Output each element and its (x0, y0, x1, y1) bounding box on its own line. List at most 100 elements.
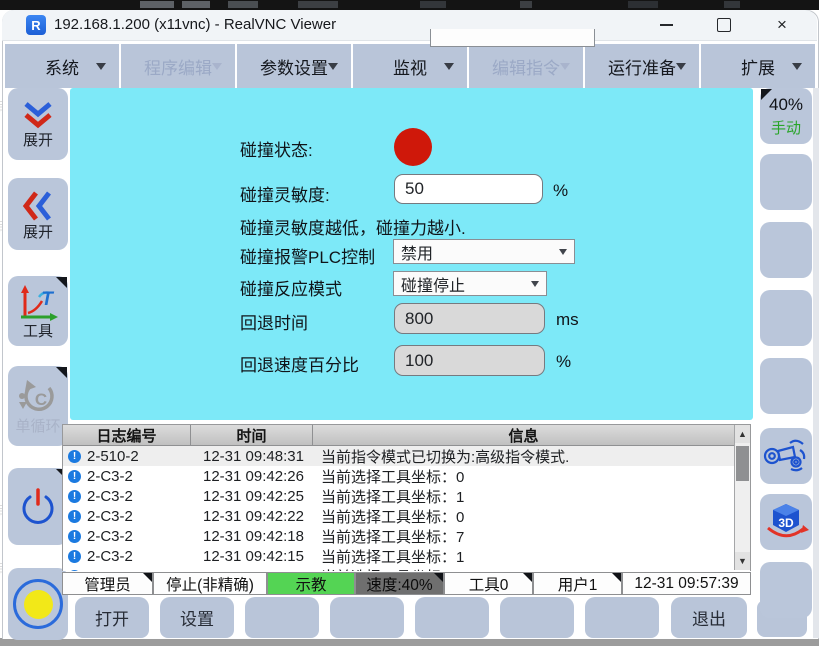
backoff-speed-unit: % (556, 352, 571, 372)
reaction-value: 碰撞停止 (401, 272, 465, 296)
svg-text:T: T (41, 289, 54, 310)
log-message: 当前选择工具坐标：0 (313, 466, 464, 487)
scroll-up-icon[interactable] (735, 425, 750, 443)
menu-edit-instruction: 编辑指令 (469, 44, 583, 88)
menu-run-prepare[interactable]: 运行准备 (585, 44, 699, 88)
menu-parameter-settings[interactable]: 参数设置 (237, 44, 351, 88)
log-id: 2-C3-2 (87, 528, 133, 545)
log-message: 当前指令模式已切换为:高级指令模式. (313, 446, 569, 467)
right-key-8[interactable] (760, 562, 812, 618)
maximize-icon (717, 18, 731, 32)
info-icon (68, 510, 81, 523)
plc-select[interactable]: 禁用 (393, 239, 575, 264)
right-key-4[interactable] (760, 290, 812, 346)
jog-pendant-button[interactable] (760, 428, 812, 484)
log-time: 12-31 09:42:25 (191, 488, 313, 505)
log-id: 2-C3-2 (87, 488, 133, 505)
status-lamp-button[interactable] (8, 568, 68, 640)
menu-extension[interactable]: 扩展 (701, 44, 815, 88)
log-id: 2-C3-2 (87, 468, 133, 485)
log-id: 2-C3-2 (87, 508, 133, 525)
log-table: 日志编号 时间 信息 2-510-2 12-31 09:48:31 当前指令模式… (62, 424, 751, 571)
open-button[interactable]: 打开 (75, 597, 149, 638)
log-row[interactable]: 2-C3-2 12-31 09:42:15 当前选择工具坐标：1 (63, 546, 750, 566)
menu-monitor[interactable]: 监视 (353, 44, 467, 88)
log-time: 12-31 09:42:18 (191, 528, 313, 545)
3d-cube-icon: 3D (763, 501, 809, 543)
right-key-3[interactable] (760, 222, 812, 278)
bottom-key-6[interactable] (500, 597, 574, 638)
status-speed[interactable]: 速度:40% (355, 572, 444, 595)
log-scrollbar[interactable] (734, 425, 750, 570)
log-row[interactable]: 2-510-2 12-31 09:48:31 当前指令模式已切换为:高级指令模式… (63, 446, 750, 466)
single-cycle-button: C 单循环 (8, 366, 68, 446)
menu-label: 参数设置 (260, 54, 328, 79)
log-header-row: 日志编号 时间 信息 (63, 425, 750, 446)
sensitivity-input[interactable]: 50 (394, 174, 543, 204)
log-row[interactable]: 2-C3-2 12-31 09:42:26 当前选择工具坐标：0 (63, 466, 750, 486)
exit-button[interactable]: 退出 (671, 597, 747, 638)
status-user-role[interactable]: 管理员 (62, 572, 153, 595)
log-row[interactable]: 2-C3-2 12-31 09:42:18 当前选择工具坐标：7 (63, 526, 750, 546)
status-mode[interactable]: 示教 (267, 572, 355, 595)
log-row[interactable]: 2-C3-2 12-31 09:42:22 当前选择工具坐标：0 (63, 506, 750, 526)
power-button[interactable] (8, 468, 68, 545)
menu-system[interactable]: 系统 (5, 44, 119, 88)
chevron-down-icon (792, 63, 802, 70)
log-time: 12-31 09:42:15 (191, 548, 313, 565)
tool-coordinate-button[interactable]: T 工具 (8, 276, 68, 346)
status-user-frame[interactable]: 用户1 (533, 572, 622, 595)
view-3d-button[interactable]: 3D (760, 494, 812, 550)
lamp-yellow-icon (24, 590, 53, 619)
log-header-id: 日志编号 (63, 425, 191, 445)
log-rows: 2-510-2 12-31 09:48:31 当前指令模式已切换为:高级指令模式… (63, 446, 750, 571)
backoff-speed-input[interactable]: 100 (394, 345, 545, 376)
log-time: 12-31 09:42:26 (191, 468, 313, 485)
close-button[interactable]: × (762, 12, 802, 38)
backoff-time-unit: ms (556, 310, 579, 330)
log-header-info: 信息 (313, 425, 734, 445)
minimize-button[interactable] (646, 12, 686, 38)
chevron-down-icon (328, 63, 338, 70)
status-run-state[interactable]: 停止(非精确) (153, 572, 267, 595)
power-icon (18, 486, 58, 528)
reaction-select[interactable]: 碰撞停止 (393, 271, 547, 296)
right-window-edge (813, 88, 819, 638)
maximize-button[interactable] (704, 12, 744, 38)
screen: 其 其 其 其 R 192.168.1.200 (x11vnc) - RealV… (0, 0, 819, 646)
plc-value: 禁用 (401, 240, 433, 264)
log-message: 当前选择工具坐标：0 (313, 566, 464, 572)
backoff-time-input[interactable]: 800 (394, 303, 545, 334)
reaction-label: 碰撞反应模式 (240, 275, 342, 300)
bottom-key-4[interactable] (330, 597, 404, 638)
log-message: 当前选择工具坐标：7 (313, 526, 464, 547)
log-message: 当前选择工具坐标：1 (313, 486, 464, 507)
expand-down-button[interactable]: 展开 (8, 88, 68, 160)
log-id: 2-510-2 (87, 448, 139, 465)
bottom-key-3[interactable] (245, 597, 319, 638)
log-row[interactable]: 2-C3-2 12-31 09:42:12 当前选择工具坐标：0 (63, 566, 750, 571)
sensitivity-hint: 碰撞灵敏度越低，碰撞力越小. (240, 214, 466, 239)
status-tool[interactable]: 工具0 (444, 572, 533, 595)
info-icon (68, 550, 81, 563)
bottom-key-7[interactable] (585, 597, 659, 638)
scroll-down-icon[interactable] (735, 552, 750, 570)
menu-label: 运行准备 (608, 54, 676, 79)
scroll-thumb[interactable] (736, 446, 749, 481)
speed-mode-button[interactable]: 40% 手动 (760, 88, 812, 144)
close-icon: × (777, 15, 787, 35)
expand-left-button[interactable]: 展开 (8, 178, 68, 250)
log-row[interactable]: 2-C3-2 12-31 09:42:25 当前选择工具坐标：1 (63, 486, 750, 506)
collision-status-label: 碰撞状态: (240, 136, 313, 161)
right-key-2[interactable] (760, 154, 812, 210)
expand-label: 展开 (23, 133, 53, 148)
chevron-down-icon (676, 63, 686, 70)
bottom-key-5[interactable] (415, 597, 489, 638)
tool-axes-icon: T (16, 284, 60, 322)
info-icon (68, 570, 81, 572)
settings-button[interactable]: 设置 (160, 597, 234, 638)
right-key-5[interactable] (760, 358, 812, 414)
menu-label: 监视 (393, 54, 427, 79)
speed-percent: 40% (769, 95, 803, 115)
info-icon (68, 490, 81, 503)
